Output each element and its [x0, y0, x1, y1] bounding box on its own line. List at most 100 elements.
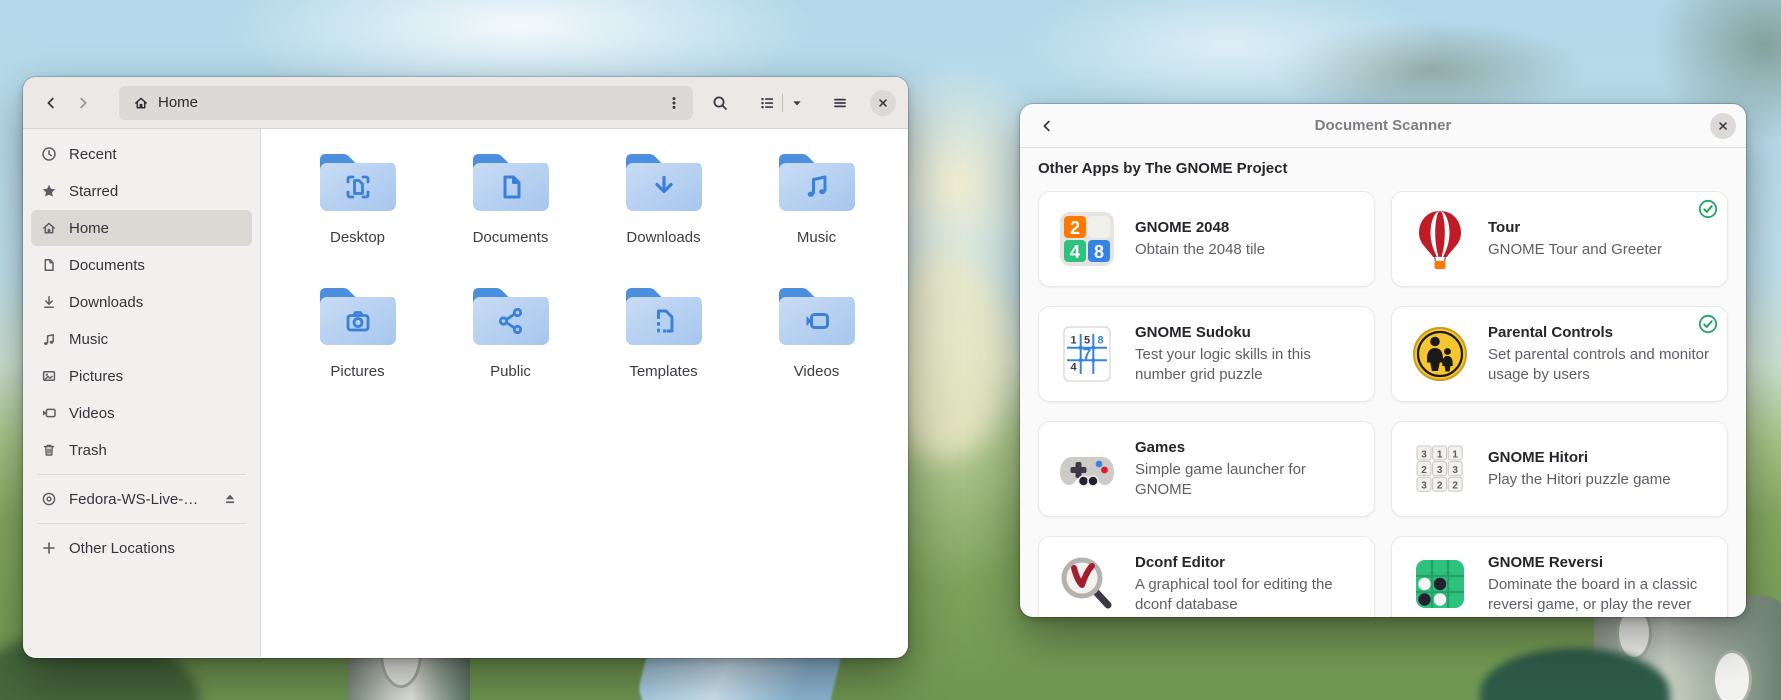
sidebar-item-trash[interactable]: Trash: [31, 432, 252, 468]
app-reversi-icon: [1408, 552, 1472, 616]
app-description: Dominate the board in a classic reversi …: [1488, 575, 1711, 613]
installed-check-badge: [1698, 199, 1718, 219]
sidebar-item-recent[interactable]: Recent: [31, 136, 252, 172]
app-card-games[interactable]: GamesSimple game launcher for GNOME: [1038, 421, 1375, 517]
app-description: Play the Hitori puzzle game: [1488, 470, 1671, 489]
sidebar-separator: [37, 523, 246, 524]
software-headerbar: Document Scanner: [1020, 104, 1746, 148]
folder-music[interactable]: Music: [740, 145, 893, 279]
plus-icon: [41, 540, 57, 556]
folder-downloads[interactable]: Downloads: [587, 145, 740, 279]
folder-pictures[interactable]: Pictures: [281, 279, 434, 413]
app-card-gnome-reversi[interactable]: GNOME Reversi Dominate the board in a cla…: [1391, 536, 1728, 617]
sidebar-item-home[interactable]: Home: [31, 210, 252, 246]
folder-icon-documents: [469, 145, 553, 215]
section-title: Other Apps by The GNOME Project: [1038, 158, 1728, 179]
software-close-button[interactable]: [1710, 113, 1736, 139]
app-description: Test your logic skills in this number gr…: [1135, 345, 1358, 383]
view-separator: [782, 94, 783, 112]
sidebar-item-label: Pictures: [69, 368, 123, 385]
sidebar-item-music[interactable]: Music: [31, 321, 252, 357]
path-bar-button[interactable]: Home: [119, 86, 693, 120]
folder-icon-desktop: [316, 145, 400, 215]
svg-text:4: 4: [1070, 242, 1080, 262]
close-icon: [1716, 119, 1730, 133]
software-back-button[interactable]: [1030, 110, 1064, 142]
sidebar-item-downloads[interactable]: Downloads: [31, 284, 252, 320]
sidebar-item-starred[interactable]: Starred: [31, 173, 252, 209]
files-headerbar: Home: [23, 77, 908, 129]
trash-icon: [41, 442, 57, 458]
folder-grid: Desktop Documents Downloads Music Pictur…: [281, 145, 908, 413]
app-parental-icon: [1408, 322, 1472, 386]
svg-text:5: 5: [1084, 335, 1090, 347]
sidebar-item-fedora-ws-live-37[interactable]: Fedora-WS-Live-37…: [31, 481, 252, 517]
app-card-gnome-hitori[interactable]: 311233322GNOME HitoriPlay the Hitori puz…: [1391, 421, 1728, 517]
svg-text:4: 4: [1070, 362, 1077, 374]
back-button[interactable]: [35, 87, 67, 119]
app-card-gnome-2048[interactable]: 2 48 GNOME 2048Obtain the 2048 tile: [1038, 191, 1375, 287]
folder-icon-downloads: [622, 145, 706, 215]
folder-menu-button[interactable]: [659, 89, 689, 117]
folder-icon-videos: [775, 279, 859, 349]
folder-label: Desktop: [330, 229, 385, 246]
svg-text:3: 3: [1421, 481, 1427, 492]
app-name: GNOME Reversi: [1488, 554, 1711, 571]
sidebar-item-pictures[interactable]: Pictures: [31, 358, 252, 394]
app-card-tour[interactable]: TourGNOME Tour and Greeter: [1391, 191, 1728, 287]
app-grid: 248GNOME 2048Obtain the 2048 tileTourGNO…: [1038, 191, 1728, 617]
app-name: Dconf Editor: [1135, 554, 1358, 571]
files-content: Desktop Documents Downloads Music Pictur…: [261, 129, 908, 657]
folder-label: Documents: [473, 229, 549, 246]
sidebar-item-label: Documents: [69, 257, 145, 274]
sidebar-item-videos[interactable]: Videos: [31, 395, 252, 431]
svg-text:8: 8: [1097, 335, 1103, 347]
chevron-left-icon: [1039, 118, 1055, 134]
app-name: GNOME Sudoku: [1135, 324, 1358, 341]
music-icon: [41, 331, 57, 347]
svg-text:8: 8: [1094, 242, 1104, 262]
app-card-dconf-editor[interactable]: Dconf Editor A graphical tool for editing…: [1038, 536, 1375, 617]
folder-icon-public: [469, 279, 553, 349]
sidebar-item-label: Starred: [69, 183, 118, 200]
view-toggle-button[interactable]: [753, 87, 810, 119]
files-sidebar: Recent Starred Home Documents DownloadsMusic…: [23, 129, 261, 657]
sidebar-item-label: Recent: [69, 146, 117, 163]
eject-button[interactable]: [218, 486, 242, 512]
app-name: GNOME Hitori: [1488, 449, 1671, 466]
sidebar-item-label: Videos: [69, 405, 115, 422]
folder-documents[interactable]: Documents: [434, 145, 587, 279]
app-tour-icon: [1408, 207, 1472, 271]
app-sudoku-icon: 15874: [1055, 322, 1119, 386]
folder-desktop[interactable]: Desktop: [281, 145, 434, 279]
app-card-parental-controls[interactable]: Parental ControlsSet parental controls a…: [1391, 306, 1728, 402]
folder-videos[interactable]: Videos: [740, 279, 893, 413]
folder-public[interactable]: Public: [434, 279, 587, 413]
app-games-icon: [1055, 437, 1119, 501]
forward-button[interactable]: [67, 87, 99, 119]
svg-text:3: 3: [1421, 450, 1427, 461]
search-button[interactable]: [703, 87, 737, 119]
video-icon: [41, 405, 57, 421]
sidebar-item-documents[interactable]: Documents: [31, 247, 252, 283]
svg-text:2: 2: [1070, 218, 1080, 238]
folder-label: Pictures: [330, 363, 384, 380]
app-description: A graphical tool for editing the dconf d…: [1135, 575, 1358, 613]
close-icon: [876, 96, 890, 110]
svg-text:2: 2: [1437, 481, 1443, 492]
sidebar-item-other-locations[interactable]: Other Locations: [31, 530, 252, 566]
folder-label: Downloads: [626, 229, 700, 246]
picture-icon: [41, 368, 57, 384]
folder-templates[interactable]: Templates: [587, 279, 740, 413]
sidebar-item-label: Home: [69, 220, 109, 237]
app-hitori-icon: 311233322: [1408, 437, 1472, 501]
folder-icon-templates: [622, 279, 706, 349]
svg-text:2: 2: [1452, 481, 1458, 492]
files-close-button[interactable]: [870, 90, 896, 116]
hamburger-menu-button[interactable]: [824, 87, 856, 119]
sidebar-item-label: Trash: [69, 442, 107, 459]
folder-icon-pictures: [316, 279, 400, 349]
app-card-text: GNOME 2048Obtain the 2048 tile: [1135, 219, 1265, 259]
app-card-text: Parental ControlsSet parental controls a…: [1488, 324, 1711, 383]
app-card-gnome-sudoku[interactable]: 15874 GNOME Sudoku Test your logic skills …: [1038, 306, 1375, 402]
